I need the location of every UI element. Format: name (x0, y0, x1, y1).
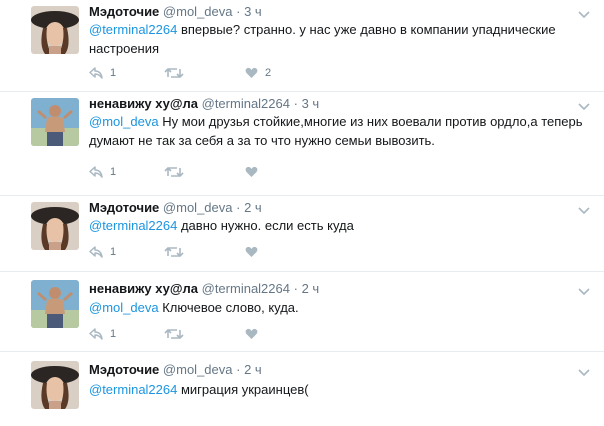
chevron-down-icon[interactable] (578, 98, 590, 111)
avatar[interactable] (31, 361, 79, 409)
like-button[interactable] (245, 164, 265, 180)
like-button[interactable]: 2 (245, 65, 271, 81)
retweet-button[interactable] (164, 65, 191, 81)
retweet-icon (164, 166, 184, 178)
like-button[interactable] (245, 326, 265, 342)
reply-count: 1 (110, 246, 117, 258)
heart-icon (245, 67, 258, 79)
tweet[interactable]: ненавижу ху@ла @terminal2264 · 3 ч @mol_… (0, 92, 604, 196)
tweet[interactable]: Мэдоточие @mol_deva · 2 ч @terminal2264 … (0, 196, 604, 272)
retweet-button[interactable] (164, 164, 191, 180)
reply-icon (89, 166, 103, 178)
avatar[interactable] (31, 98, 79, 146)
tweet-header: Мэдоточие @mol_deva · 2 ч (89, 362, 262, 378)
tweet-header: ненавижу ху@ла @terminal2264 · 2 ч (89, 281, 319, 297)
heart-icon (245, 246, 258, 258)
chevron-down-icon[interactable] (578, 202, 590, 215)
timestamp[interactable]: 2 ч (244, 200, 262, 215)
reply-icon (89, 328, 103, 340)
reply-count: 1 (110, 67, 117, 79)
avatar[interactable] (31, 280, 79, 328)
tweet-body-text: миграция украинцев( (177, 382, 309, 397)
timestamp[interactable]: 3 ч (244, 4, 262, 19)
avatar[interactable] (31, 6, 79, 54)
tweet-header: Мэдоточие @mol_deva · 3 ч (89, 4, 262, 20)
tweet-text: @mol_deva Ну мои друзья стойкие,многие и… (89, 112, 594, 150)
tweet-body-text: Ну мои друзья стойкие,многие из них воев… (89, 114, 583, 148)
author-name[interactable]: ненавижу ху@ла (89, 96, 198, 111)
mention-link[interactable]: @terminal2264 (89, 382, 177, 397)
tweet-body-text: Ключевое слово, куда. (158, 300, 299, 315)
tweet-text: @terminal2264 миграция украинцев( (89, 380, 594, 399)
reply-count: 1 (110, 166, 117, 178)
retweet-icon (164, 67, 184, 79)
tweet[interactable]: Мэдоточие @mol_deva · 3 ч @terminal2264 … (0, 0, 604, 92)
like-button[interactable] (245, 244, 265, 260)
heart-icon (245, 166, 258, 178)
chevron-down-icon[interactable] (578, 283, 590, 296)
timestamp[interactable]: 2 ч (244, 362, 262, 377)
retweet-icon (164, 246, 184, 258)
tweet-text: @mol_deva Ключевое слово, куда. (89, 298, 594, 317)
separator-dot: · (293, 96, 298, 111)
mention-link[interactable]: @mol_deva (89, 300, 159, 315)
tweet[interactable]: Мэдоточие @mol_deva · 2 ч @terminal2264 … (0, 352, 604, 426)
tweet-header: ненавижу ху@ла @terminal2264 · 3 ч (89, 96, 319, 112)
tweet[interactable]: ненавижу ху@ла @terminal2264 · 2 ч @mol_… (0, 272, 604, 352)
mention-link[interactable]: @terminal2264 (89, 22, 177, 37)
separator-dot: · (293, 281, 298, 296)
separator-dot: · (236, 4, 241, 19)
retweet-button[interactable] (164, 244, 191, 260)
tweet-text: @terminal2264 давно нужно. если есть куд… (89, 216, 594, 235)
retweet-button[interactable] (164, 326, 191, 342)
chevron-down-icon[interactable] (578, 6, 590, 19)
reply-button[interactable]: 1 (89, 65, 116, 81)
mention-link[interactable]: @terminal2264 (89, 218, 177, 233)
heart-icon (245, 328, 258, 340)
author-handle[interactable]: @mol_deva (163, 200, 233, 215)
author-handle[interactable]: @terminal2264 (202, 281, 290, 296)
separator-dot: · (236, 200, 241, 215)
reply-icon (89, 67, 103, 79)
like-count: 2 (265, 67, 272, 79)
chevron-down-icon[interactable] (578, 364, 590, 377)
retweet-icon (164, 328, 184, 340)
author-handle[interactable]: @mol_deva (163, 362, 233, 377)
avatar[interactable] (31, 202, 79, 250)
author-handle[interactable]: @terminal2264 (202, 96, 290, 111)
author-name[interactable]: Мэдоточие (89, 200, 159, 215)
tweet-text: @terminal2264 впервые? странно. у нас уж… (89, 20, 594, 58)
author-name[interactable]: ненавижу ху@ла (89, 281, 198, 296)
tweet-body-text: давно нужно. если есть куда (177, 218, 354, 233)
author-name[interactable]: Мэдоточие (89, 362, 159, 377)
reply-count: 1 (110, 328, 117, 340)
author-name[interactable]: Мэдоточие (89, 4, 159, 19)
timestamp[interactable]: 3 ч (302, 96, 320, 111)
reply-button[interactable]: 1 (89, 326, 116, 342)
separator-dot: · (236, 362, 241, 377)
reply-button[interactable]: 1 (89, 164, 116, 180)
reply-button[interactable]: 1 (89, 244, 116, 260)
timestamp[interactable]: 2 ч (302, 281, 320, 296)
tweet-header: Мэдоточие @mol_deva · 2 ч (89, 200, 262, 216)
reply-icon (89, 246, 103, 258)
conversation-thread: Мэдоточие @mol_deva · 3 ч @terminal2264 … (0, 0, 604, 426)
author-handle[interactable]: @mol_deva (163, 4, 233, 19)
mention-link[interactable]: @mol_deva (89, 114, 159, 129)
